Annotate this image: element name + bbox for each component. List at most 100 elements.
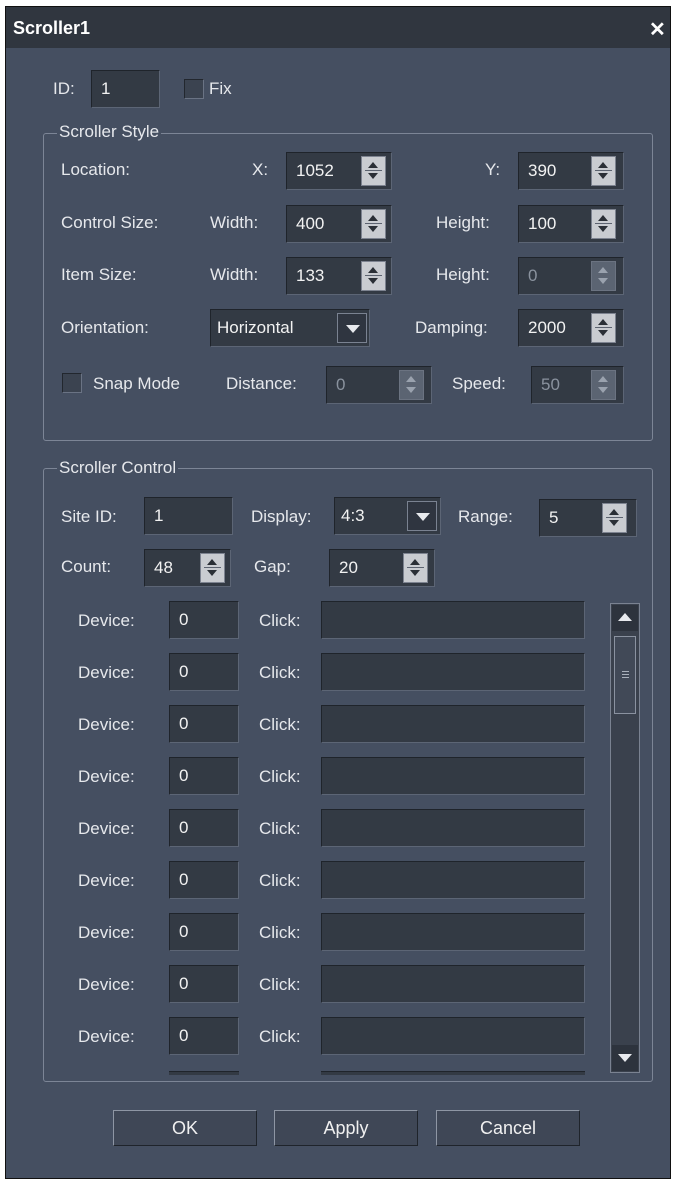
snap-mode-label: Snap Mode — [93, 374, 180, 393]
control-height-spinner[interactable] — [591, 209, 616, 239]
device-input[interactable]: 0 — [169, 757, 239, 795]
item-height-label: Height: — [436, 265, 490, 284]
click-input[interactable] — [321, 809, 585, 847]
orientation-dropdown-icon[interactable] — [337, 313, 367, 343]
click-input[interactable] — [321, 757, 585, 795]
grip-line — [622, 674, 629, 675]
click-input[interactable] — [321, 653, 585, 691]
id-input[interactable]: 1 — [91, 70, 160, 108]
fix-label: Fix — [209, 79, 232, 98]
control-size-label: Control Size: — [61, 213, 159, 232]
speed-label: Speed: — [452, 374, 506, 393]
click-label: Click: — [259, 975, 301, 994]
x-label: X: — [252, 160, 269, 179]
click-label: Click: — [259, 923, 301, 942]
window-title: Scroller1 — [13, 18, 91, 38]
device-input[interactable]: 0 — [169, 965, 239, 1003]
x-spinner[interactable] — [361, 156, 386, 186]
device-label: Device: — [78, 871, 135, 890]
damping-label: Damping: — [415, 318, 488, 337]
site-id-input[interactable]: 1 — [144, 497, 233, 535]
list-item: Device: 0 Click: — [46, 601, 608, 653]
device-input[interactable]: 0 — [169, 861, 239, 899]
title-bar[interactable]: Scroller1 ✕ — [6, 7, 670, 48]
id-label: ID: — [53, 79, 75, 98]
range-label: Range: — [458, 507, 513, 526]
display-dropdown-icon[interactable] — [407, 501, 437, 531]
list-item: Device: 0 Click: — [46, 965, 608, 1017]
count-spinner[interactable] — [200, 553, 225, 583]
scroll-thumb[interactable] — [614, 636, 636, 714]
arrow-up-icon — [618, 613, 632, 621]
device-list: Device: 0 Click: Device: 0 Click: Device… — [46, 593, 608, 1075]
range-spinner[interactable] — [602, 503, 627, 533]
close-icon[interactable]: ✕ — [649, 17, 666, 42]
control-width-label: Width: — [210, 213, 259, 232]
device-label: Device: — [78, 923, 135, 942]
control-width-spinner[interactable] — [361, 209, 386, 239]
click-input-partial — [321, 1071, 585, 1075]
click-input[interactable] — [321, 601, 585, 639]
gap-label: Gap: — [254, 557, 291, 576]
click-input[interactable] — [321, 913, 585, 951]
click-input[interactable] — [321, 861, 585, 899]
cancel-button[interactable]: Cancel — [436, 1110, 580, 1146]
y-label: Y: — [485, 160, 501, 179]
device-input[interactable]: 0 — [169, 601, 239, 639]
device-label: Device: — [78, 663, 135, 682]
list-item: Device: 0 Click: — [46, 653, 608, 705]
distance-spinner — [399, 370, 424, 400]
item-height-spinner — [591, 261, 616, 291]
list-item: Device: 0 Click: — [46, 705, 608, 757]
device-label: Device: — [78, 819, 135, 838]
gap-spinner[interactable] — [403, 553, 428, 583]
grip-line — [622, 677, 629, 678]
site-id-label: Site ID: — [61, 507, 117, 526]
ok-button[interactable]: OK — [113, 1110, 257, 1146]
item-size-label: Item Size: — [61, 265, 137, 284]
click-input[interactable] — [321, 705, 585, 743]
device-input[interactable]: 0 — [169, 705, 239, 743]
click-input[interactable] — [321, 965, 585, 1003]
device-label: Device: — [78, 715, 135, 734]
apply-button[interactable]: Apply — [274, 1110, 418, 1146]
device-input[interactable]: 0 — [169, 913, 239, 951]
device-list-scrollbar[interactable] — [610, 603, 640, 1073]
click-label: Click: — [259, 871, 301, 890]
scroll-down-button[interactable] — [612, 1045, 638, 1071]
fix-checkbox[interactable] — [184, 79, 204, 99]
control-height-label: Height: — [436, 213, 490, 232]
damping-spinner[interactable] — [591, 313, 616, 343]
grip-line — [622, 671, 629, 672]
device-input[interactable]: 0 — [169, 653, 239, 691]
click-label: Click: — [259, 663, 301, 682]
click-label: Click: — [259, 1027, 301, 1046]
click-input[interactable] — [321, 1017, 585, 1055]
list-item: Device: 0 Click: — [46, 809, 608, 861]
item-width-spinner[interactable] — [361, 261, 386, 291]
orientation-label: Orientation: — [61, 318, 149, 337]
arrow-down-icon — [618, 1054, 632, 1062]
item-width-label: Width: — [210, 265, 259, 284]
device-input[interactable]: 0 — [169, 809, 239, 847]
device-input-partial — [169, 1071, 239, 1075]
scroller-style-group-label: Scroller Style — [57, 122, 162, 142]
device-label: Device: — [78, 975, 135, 994]
scroller-dialog: Scroller1 ✕ ID: 1 Fix Scroller Style Loc… — [5, 6, 671, 1179]
click-label: Click: — [259, 819, 301, 838]
distance-label: Distance: — [226, 374, 297, 393]
location-label: Location: — [61, 160, 130, 179]
list-item: Device: 0 Click: — [46, 861, 608, 913]
display-label: Display: — [251, 507, 312, 526]
scroll-up-button[interactable] — [612, 605, 638, 631]
snap-mode-checkbox[interactable] — [62, 373, 82, 393]
click-label: Click: — [259, 767, 301, 786]
list-item: Device: 0 Click: — [46, 757, 608, 809]
scroller-control-group-label: Scroller Control — [57, 458, 179, 478]
list-item: Device: 0 Click: — [46, 913, 608, 965]
y-spinner[interactable] — [591, 156, 616, 186]
device-label: Device: — [78, 611, 135, 630]
device-input[interactable]: 0 — [169, 1017, 239, 1055]
device-label: Device: — [78, 767, 135, 786]
speed-spinner — [591, 370, 616, 400]
